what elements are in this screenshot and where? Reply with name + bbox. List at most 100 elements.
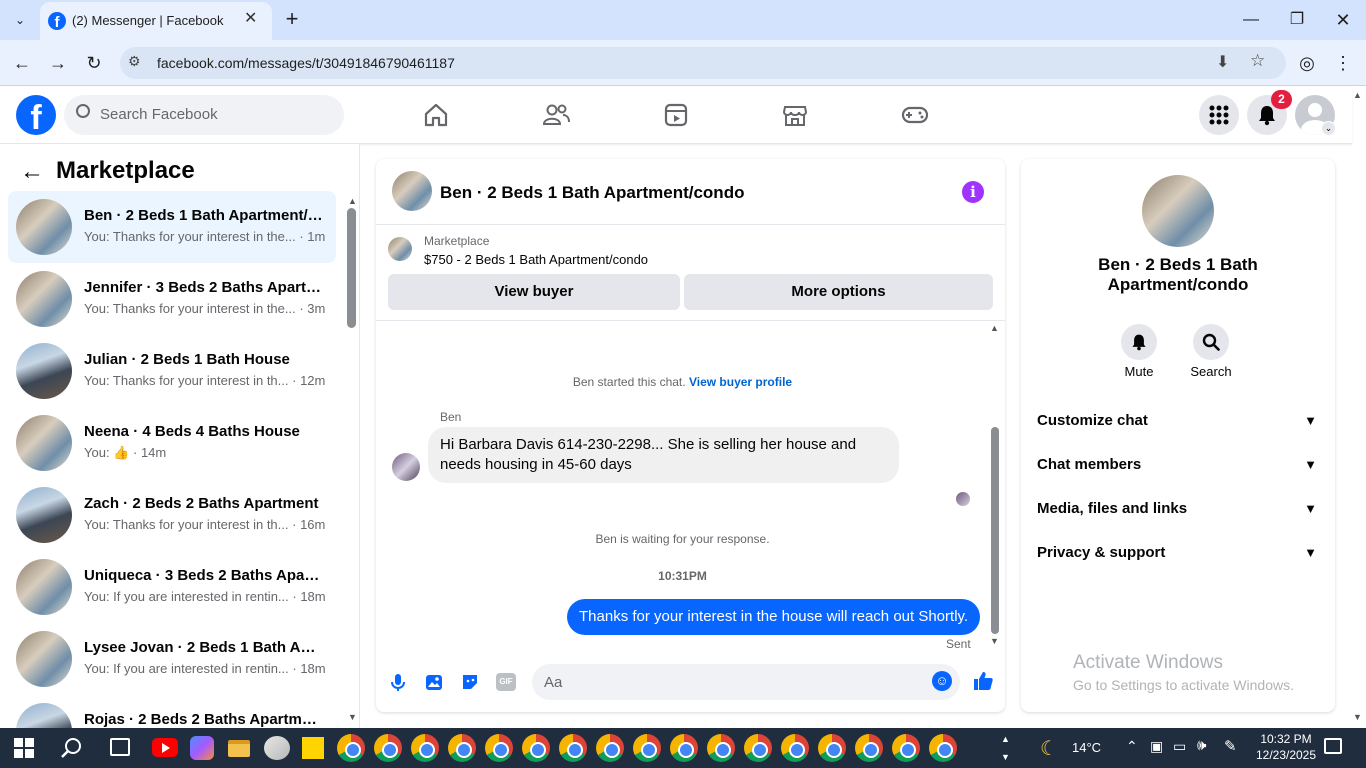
conversation-item[interactable]: Ben · 2 Beds 1 Bath Apartment/condo You: … <box>8 191 336 263</box>
customize-chat-section[interactable]: Customize chat ▼ <box>1037 401 1321 441</box>
install-app-icon[interactable]: ⬇ <box>1216 52 1229 72</box>
page-scroll-down-icon[interactable]: ▼ <box>1353 712 1362 722</box>
listing-title[interactable]: $750 - 2 Beds 1 Bath Apartment/condo <box>424 252 648 267</box>
chat-scrollbar[interactable] <box>991 427 999 634</box>
chrome-taskbar-icon[interactable] <box>374 734 402 762</box>
video-icon[interactable] <box>656 95 696 135</box>
notification-center-icon[interactable] <box>1324 738 1342 754</box>
chat-title[interactable]: Ben · 2 Beds 1 Bath Apartment/condo <box>440 183 744 203</box>
chrome-taskbar-icon[interactable] <box>559 734 587 762</box>
close-window-icon[interactable]: ✕ <box>1328 5 1358 35</box>
chat-members-section[interactable]: Chat members ▼ <box>1037 445 1321 485</box>
chrome-taskbar-icon[interactable] <box>855 734 883 762</box>
minimize-icon[interactable]: — <box>1236 5 1266 35</box>
sender-avatar[interactable] <box>392 453 420 481</box>
chrome-taskbar-icon[interactable] <box>892 734 920 762</box>
chrome-taskbar-icon[interactable] <box>596 734 624 762</box>
search-in-chat-button[interactable] <box>1193 324 1229 360</box>
emoji-icon[interactable]: ☺ <box>932 671 952 691</box>
chrome-taskbar-icon[interactable] <box>744 734 772 762</box>
browser-tab[interactable]: f (2) Messenger | Facebook ✕ <box>40 2 272 40</box>
conversation-scrollbar[interactable] <box>347 208 356 328</box>
media-files-links-section[interactable]: Media, files and links ▼ <box>1037 489 1321 529</box>
conversation-item[interactable]: Zach · 2 Beds 2 Baths Apartment You: Than… <box>8 479 336 551</box>
weather-moon-icon[interactable]: ☾ <box>1040 736 1058 761</box>
chrome-taskbar-icon[interactable] <box>485 734 513 762</box>
profile-icon[interactable]: ◎ <box>1292 48 1322 78</box>
scroll-down-icon[interactable]: ▼ <box>348 712 357 722</box>
message-input[interactable]: Aa ☺ <box>532 664 960 700</box>
home-icon[interactable] <box>416 95 456 135</box>
sticky-notes-icon[interactable] <box>302 737 324 759</box>
close-tab-icon[interactable]: ✕ <box>244 8 257 28</box>
microphone-icon[interactable] <box>388 672 408 692</box>
like-thumb-icon[interactable] <box>972 670 994 692</box>
chrome-taskbar-icon[interactable] <box>411 734 439 762</box>
search-input[interactable]: Search Facebook <box>64 95 344 135</box>
outgoing-message[interactable]: Thanks for your interest in the house wi… <box>567 599 980 635</box>
scroll-up-icon[interactable]: ▲ <box>348 196 357 206</box>
tab-search-icon[interactable]: ⌄ <box>5 5 35 35</box>
paint-icon[interactable] <box>264 736 290 760</box>
chat-scroll-down-icon[interactable]: ▼ <box>990 636 999 646</box>
restore-icon[interactable]: ❐ <box>1282 5 1312 35</box>
details-avatar[interactable] <box>1142 175 1214 247</box>
chrome-taskbar-icon[interactable] <box>337 734 365 762</box>
info-icon[interactable]: i <box>962 181 984 203</box>
chat-scroll-up-icon[interactable]: ▲ <box>990 323 999 333</box>
back-arrow-icon[interactable]: ← <box>20 158 44 186</box>
sticker-icon[interactable] <box>460 672 480 692</box>
meet-icon[interactable]: ▣ <box>1150 738 1163 755</box>
address-bar[interactable]: ⚙ facebook.com/messages/t/30491846790461… <box>120 47 1286 79</box>
marketplace-icon[interactable] <box>775 95 815 135</box>
friends-icon[interactable] <box>536 95 576 135</box>
bookmark-star-icon[interactable]: ☆ <box>1250 51 1265 71</box>
forward-icon[interactable]: → <box>43 48 73 78</box>
more-options-button[interactable]: More options <box>684 274 993 310</box>
photo-icon[interactable] <box>424 672 444 692</box>
chrome-taskbar-icon[interactable] <box>670 734 698 762</box>
reload-icon[interactable]: ↻ <box>79 48 109 78</box>
menu-dots-icon[interactable]: ⋮ <box>1328 48 1358 78</box>
conversation-item[interactable]: Julian · 2 Beds 1 Bath House You: Thanks … <box>8 335 336 407</box>
conversation-item[interactable]: Uniqueca · 3 Beds 2 Baths Apartment You: … <box>8 551 336 623</box>
page-scroll-up-icon[interactable]: ▲ <box>1353 90 1362 100</box>
incoming-message[interactable]: Hi Barbara Davis 614-230-2298... She is … <box>428 427 899 483</box>
clock[interactable]: 10:32 PM 12/23/2025 <box>1254 731 1318 763</box>
copilot-icon[interactable] <box>190 736 214 760</box>
menu-grid-button[interactable] <box>1199 95 1239 135</box>
conversation-item[interactable]: Neena · 4 Beds 4 Baths House You: 👍 · 14m <box>8 407 336 479</box>
conversation-item[interactable]: Rojas · 2 Beds 2 Baths Apartment <box>8 695 336 728</box>
view-buyer-button[interactable]: View buyer <box>388 274 680 310</box>
gaming-icon[interactable] <box>895 95 935 135</box>
tray-chevron-icon[interactable]: ⌃ <box>1126 738 1138 755</box>
windows-start-icon[interactable] <box>14 738 34 758</box>
back-icon[interactable]: ← <box>7 48 37 78</box>
file-explorer-icon[interactable] <box>228 740 250 757</box>
chrome-taskbar-icon[interactable] <box>929 734 957 762</box>
facebook-logo-icon[interactable]: f <box>16 95 56 135</box>
chrome-taskbar-icon[interactable] <box>522 734 550 762</box>
taskbar-search-icon[interactable] <box>60 736 84 760</box>
pen-icon[interactable]: ✎ <box>1224 737 1237 755</box>
new-tab-icon[interactable]: + <box>277 5 307 35</box>
weather-temp[interactable]: 14°C <box>1072 740 1101 755</box>
taskbar-scroll-icon[interactable]: ▲ ▼ <box>1001 730 1010 766</box>
listing-thumbnail[interactable] <box>388 237 412 261</box>
chrome-taskbar-icon[interactable] <box>818 734 846 762</box>
task-view-icon[interactable] <box>110 738 130 756</box>
mute-button[interactable] <box>1121 324 1157 360</box>
chrome-taskbar-icon[interactable] <box>781 734 809 762</box>
volume-icon[interactable]: 🕪 <box>1197 737 1206 754</box>
view-buyer-profile-link[interactable]: View buyer profile <box>689 375 792 389</box>
account-chevron-icon[interactable]: ⌄ <box>1321 121 1336 136</box>
gif-icon[interactable]: GIF <box>496 673 516 691</box>
youtube-icon[interactable] <box>152 738 178 757</box>
privacy-support-section[interactable]: Privacy & support ▼ <box>1037 533 1321 573</box>
conversation-item[interactable]: Lysee Jovan · 2 Beds 1 Bath Apartment You… <box>8 623 336 695</box>
url-text[interactable]: facebook.com/messages/t/3049184679046118… <box>157 55 455 71</box>
chat-avatar[interactable] <box>392 171 432 211</box>
network-icon[interactable]: ▭ <box>1173 738 1186 755</box>
site-info-icon[interactable]: ⚙ <box>128 53 141 70</box>
chrome-taskbar-icon[interactable] <box>448 734 476 762</box>
